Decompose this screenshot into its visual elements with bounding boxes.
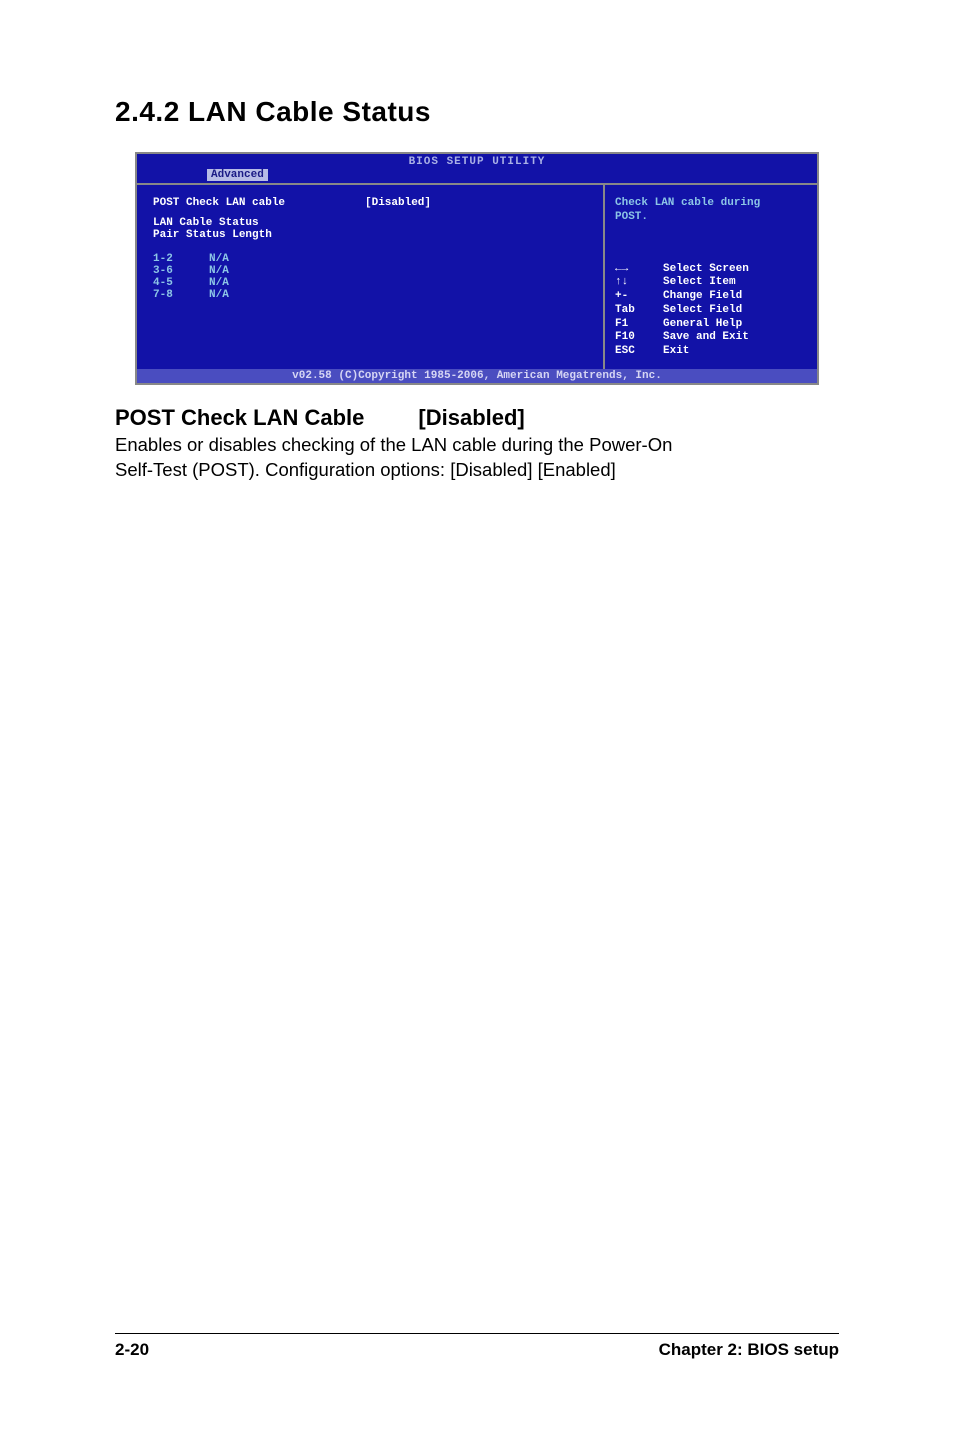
bios-setting-label: POST Check LAN cable: [153, 197, 365, 209]
pair-cell: 7-8: [153, 289, 187, 301]
bios-setting-value: [Disabled]: [365, 197, 431, 209]
key-desc: Change Field: [663, 290, 742, 304]
pair-cell: 4-5: [153, 277, 187, 289]
bios-body: POST Check LAN cable [Disabled] LAN Cabl…: [137, 183, 817, 369]
table-row: 4-5 N/A: [153, 277, 587, 289]
key-row: ←→ Select Screen: [615, 263, 807, 277]
table-row: 7-8 N/A: [153, 289, 587, 301]
bios-status-table: 1-2 N/A 3-6 N/A 4-5 N/A 7-8 N/A: [153, 253, 587, 301]
pair-cell: 1-2: [153, 253, 187, 265]
key-desc: Exit: [663, 345, 689, 359]
pair-cell: 3-6: [153, 265, 187, 277]
key-name: ↑↓: [615, 276, 663, 290]
bios-help-text: Check LAN cable during POST.: [615, 197, 807, 225]
key-desc: Select Item: [663, 276, 736, 290]
key-row: Tab Select Field: [615, 304, 807, 318]
status-cell: N/A: [209, 277, 229, 289]
bios-title: BIOS SETUP UTILITY: [137, 154, 817, 169]
key-row: ↑↓ Select Item: [615, 276, 807, 290]
bios-screenshot: BIOS SETUP UTILITY Advanced POST Check L…: [135, 152, 819, 385]
key-row: +- Change Field: [615, 290, 807, 304]
chapter-title: Chapter 2: BIOS setup: [659, 1340, 839, 1360]
subsection-heading: POST Check LAN Cable [Disabled]: [115, 405, 839, 431]
bios-right-pane: Check LAN cable during POST. ←→ Select S…: [605, 185, 817, 369]
table-row: 3-6 N/A: [153, 265, 587, 277]
key-row: F1 General Help: [615, 318, 807, 332]
key-row: F10 Save and Exit: [615, 331, 807, 345]
bios-setting-row: POST Check LAN cable [Disabled]: [153, 197, 587, 209]
key-name: ←→: [615, 263, 663, 277]
key-name: F10: [615, 331, 663, 345]
key-name: Tab: [615, 304, 663, 318]
key-name: ESC: [615, 345, 663, 359]
table-row: 1-2 N/A: [153, 253, 587, 265]
subsection: POST Check LAN Cable [Disabled] Enables o…: [115, 405, 839, 483]
subsection-heading-right: [Disabled]: [418, 405, 524, 430]
page-number: 2-20: [115, 1340, 149, 1360]
key-name: +-: [615, 290, 663, 304]
subsection-body: Enables or disables checking of the LAN …: [115, 433, 839, 483]
body-line: Self-Test (POST). Configuration options:…: [115, 458, 839, 483]
key-desc: Select Screen: [663, 263, 749, 277]
body-line: Enables or disables checking of the LAN …: [115, 433, 839, 458]
section-heading: 2.4.2 LAN Cable Status: [115, 96, 839, 128]
bios-tabs: Advanced: [137, 169, 817, 183]
bios-subhead-1: LAN Cable Status: [153, 217, 587, 229]
help-line: POST.: [615, 211, 807, 225]
subsection-heading-left: POST Check LAN Cable: [115, 405, 364, 430]
bios-tab-advanced: Advanced: [207, 169, 268, 181]
key-row: ESC Exit: [615, 345, 807, 359]
status-cell: N/A: [209, 265, 229, 277]
bios-copyright: v02.58 (C)Copyright 1985-2006, American …: [137, 369, 817, 383]
key-desc: Save and Exit: [663, 331, 749, 345]
key-desc: Select Field: [663, 304, 742, 318]
status-cell: N/A: [209, 253, 229, 265]
help-line: Check LAN cable during: [615, 197, 807, 211]
key-name: F1: [615, 318, 663, 332]
key-desc: General Help: [663, 318, 742, 332]
bios-left-pane: POST Check LAN cable [Disabled] LAN Cabl…: [137, 185, 605, 369]
bios-key-hints: ←→ Select Screen ↑↓ Select Item +- Chang…: [615, 263, 807, 359]
page-footer: 2-20 Chapter 2: BIOS setup: [115, 1333, 839, 1360]
bios-subhead-2: Pair Status Length: [153, 229, 587, 241]
status-cell: N/A: [209, 289, 229, 301]
